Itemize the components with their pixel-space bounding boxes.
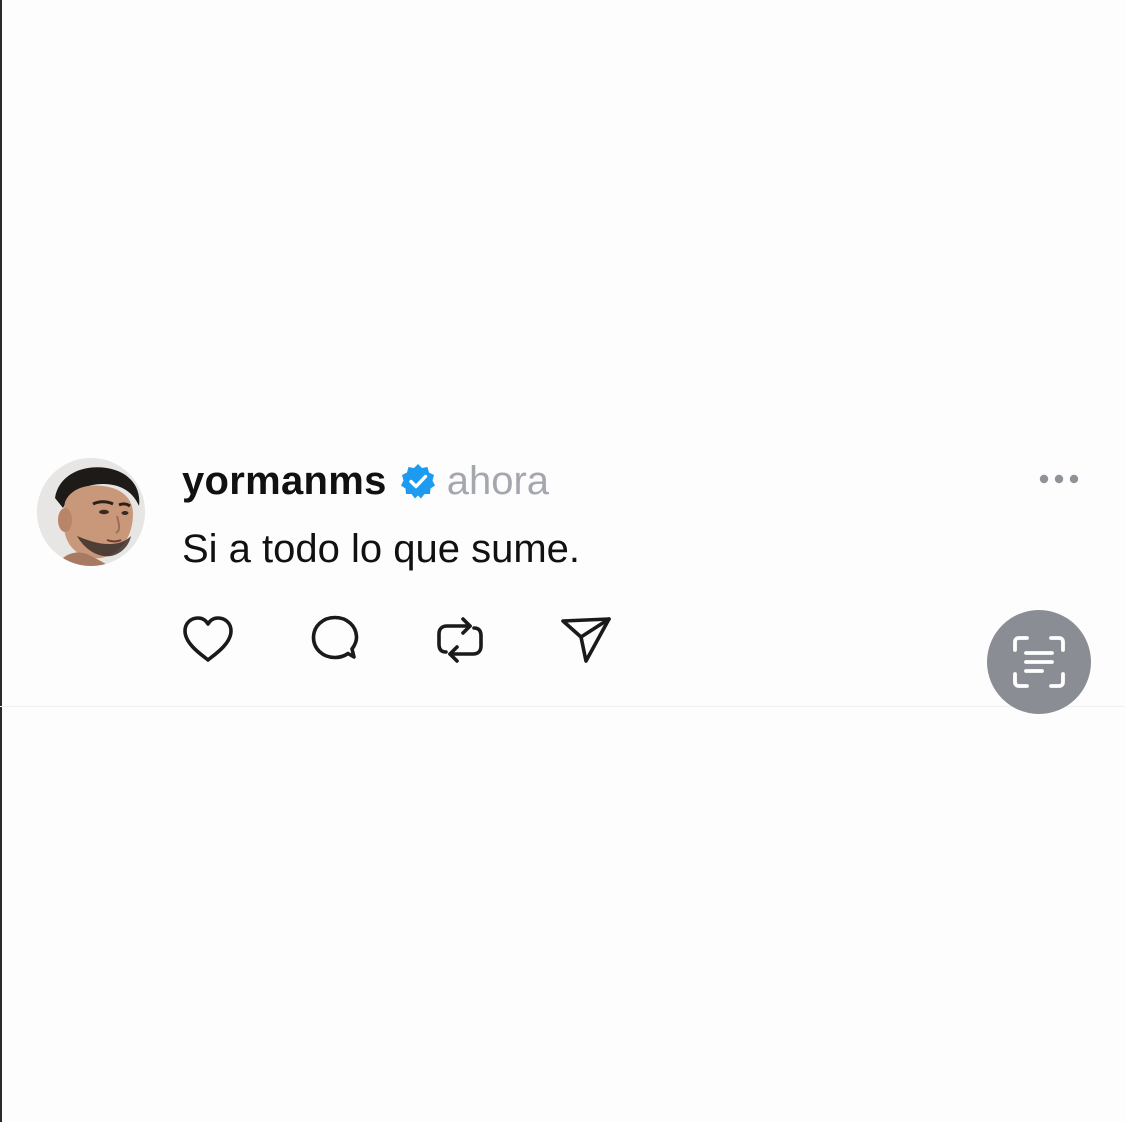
post-header: yormanms ahora: [182, 456, 549, 506]
more-horizontal-icon: [1039, 474, 1079, 484]
verified-badge-icon: [399, 462, 437, 500]
post-text: Si a todo lo que sume.: [182, 527, 581, 571]
post-actions-bar: [0, 612, 1125, 668]
username[interactable]: yormanms: [182, 459, 387, 504]
share-button[interactable]: [558, 612, 614, 668]
avatar[interactable]: [37, 458, 145, 566]
send-icon: [561, 617, 611, 663]
repost-icon: [437, 617, 483, 663]
avatar-image: [37, 458, 145, 566]
scan-text-button[interactable]: [987, 610, 1091, 714]
more-options-button[interactable]: [1034, 464, 1084, 494]
like-button[interactable]: [180, 612, 236, 668]
post-card: [0, 440, 1125, 710]
post-divider: [0, 706, 1125, 707]
timestamp: ahora: [446, 458, 550, 503]
scan-text-icon: [1013, 636, 1065, 688]
comment-icon: [311, 615, 359, 660]
heart-icon: [183, 616, 233, 662]
repost-button[interactable]: [432, 612, 488, 668]
reply-button[interactable]: [307, 612, 363, 668]
